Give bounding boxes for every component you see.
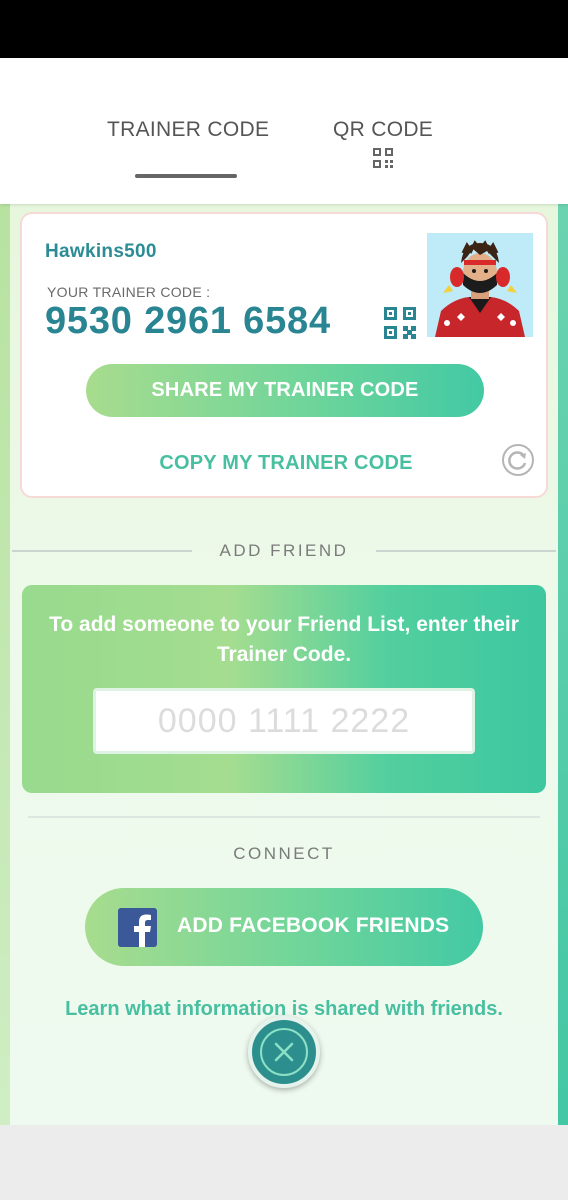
facebook-icon [118,908,157,947]
trainer-card: Hawkins500 YOUR TRAINER CODE : 9530 2961… [20,212,548,498]
close-button[interactable] [248,1016,320,1088]
friend-panel: Hawkins500 YOUR TRAINER CODE : 9530 2961… [0,204,568,1125]
add-friend-panel: To add someone to your Friend List, ente… [22,585,546,793]
divider-right [376,550,556,552]
left-edge [0,204,10,1125]
facebook-button-label: ADD FACEBOOK FRIENDS [177,914,450,937]
share-trainer-code-button[interactable]: SHARE MY TRAINER CODE [86,364,484,417]
close-icon [274,1042,294,1062]
refresh-icon[interactable] [502,444,534,476]
add-friend-instructions: To add someone to your Friend List, ente… [49,613,519,666]
tab-trainer-code[interactable]: TRAINER CODE [107,118,269,142]
qr-code-icon[interactable] [384,307,416,339]
active-tab-indicator [135,174,237,178]
connect-header: CONNECT [233,844,335,863]
connect-divider [28,816,540,818]
qr-code-icon[interactable] [373,148,393,168]
tab-bar: TRAINER CODE QR CODE [0,58,568,204]
copy-trainer-code-link[interactable]: COPY MY TRAINER CODE [22,452,550,475]
trainer-code-label: YOUR TRAINER CODE : [47,284,211,300]
right-edge [558,204,568,1125]
trainer-avatar [427,233,533,337]
status-bar [0,0,568,58]
bottom-bar [0,1125,568,1200]
trainer-code-input[interactable] [93,688,475,754]
add-facebook-friends-button[interactable]: ADD FACEBOOK FRIENDS [85,888,483,966]
username: Hawkins500 [45,241,157,262]
trainer-code-value: 9530 2961 6584 [45,300,331,342]
tab-qr-code[interactable]: QR CODE [333,118,433,142]
